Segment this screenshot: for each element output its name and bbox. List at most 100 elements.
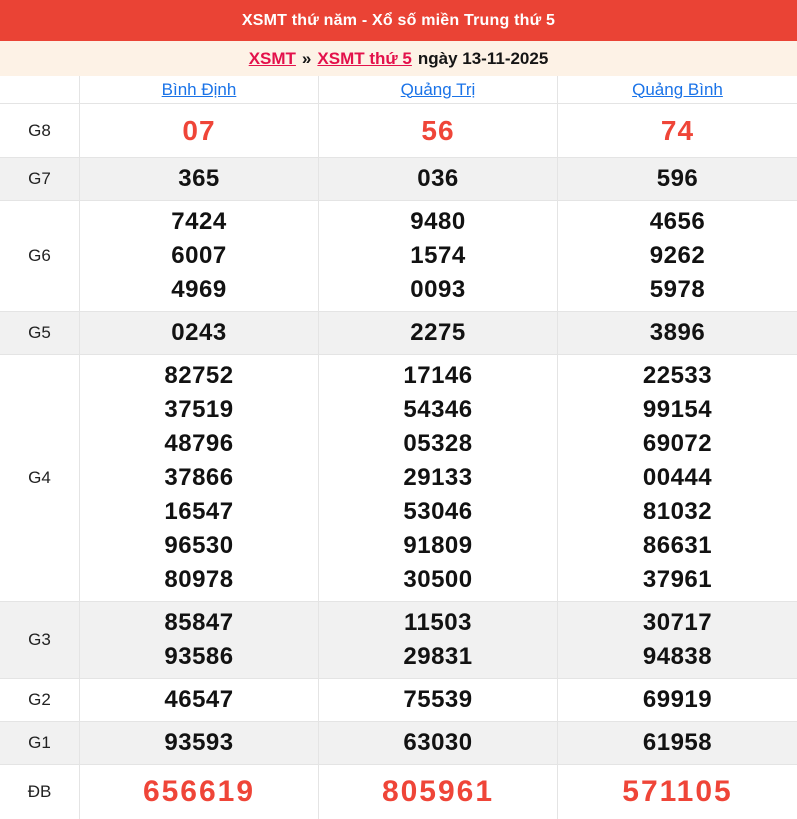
result-number: 61958 bbox=[642, 729, 713, 756]
result-number: 69919 bbox=[642, 686, 713, 713]
result-cell-g4-quang-tri: 17146 54346 05328 29133 53046 91809 30500 bbox=[319, 355, 558, 601]
result-cell-db-binh-dinh: 656619 bbox=[80, 765, 319, 819]
result-number: 30717 bbox=[642, 609, 713, 636]
prize-row-g6: G6 7424 6007 4969 9480 1574 0093 4656 9262 5978 bbox=[0, 201, 797, 312]
prize-label: G6 bbox=[28, 246, 51, 265]
result-number: 805961 bbox=[381, 775, 495, 808]
prize-label: G2 bbox=[28, 690, 51, 709]
result-cell-g2-quang-tri: 75539 bbox=[319, 679, 558, 721]
prize-label-cell-g3: G3 bbox=[0, 602, 80, 678]
breadcrumb-date: ngày 13-11-2025 bbox=[417, 48, 549, 68]
result-number: 3896 bbox=[649, 319, 706, 346]
page-title-bar: XSMT thứ năm - Xổ số miền Trung thứ 5 bbox=[0, 0, 797, 41]
prize-label-cell-g6: G6 bbox=[0, 201, 80, 311]
result-number: 571105 bbox=[622, 775, 733, 808]
column-header-quang-tri: Quảng Trị bbox=[319, 76, 558, 103]
result-number: 75539 bbox=[403, 686, 473, 713]
result-number: 1574 bbox=[410, 242, 466, 269]
result-number: 4969 bbox=[171, 276, 227, 303]
breadcrumb-link-xsmt[interactable]: XSMT bbox=[249, 49, 296, 69]
result-number: 22533 bbox=[642, 362, 713, 389]
result-number: 53046 bbox=[403, 498, 473, 525]
result-number: 81032 bbox=[642, 498, 713, 525]
result-cell-g6-binh-dinh: 7424 6007 4969 bbox=[80, 201, 319, 311]
result-number: 05328 bbox=[403, 430, 473, 457]
column-link-binh-dinh[interactable]: Bình Định bbox=[162, 80, 237, 100]
result-cell-g5-quang-binh: 3896 bbox=[558, 312, 797, 354]
result-number: 82752 bbox=[164, 362, 234, 389]
result-number: 036 bbox=[417, 165, 459, 192]
result-number: 99154 bbox=[642, 396, 713, 423]
prize-row-g1: G1 93593 63030 61958 bbox=[0, 722, 797, 765]
result-number: 00444 bbox=[642, 464, 713, 491]
prize-label-cell-g1: G1 bbox=[0, 722, 80, 764]
result-number: 596 bbox=[656, 165, 699, 192]
result-number: 80978 bbox=[164, 566, 234, 593]
result-number: 29133 bbox=[403, 464, 473, 491]
column-link-quang-tri[interactable]: Quảng Trị bbox=[401, 80, 476, 100]
prize-label-cell-db: ĐB bbox=[0, 765, 80, 819]
prize-label: G7 bbox=[28, 169, 51, 188]
result-cell-g4-quang-binh: 22533 99154 69072 00444 81032 86631 37961 bbox=[558, 355, 797, 601]
prize-row-g8: G8 07 56 74 bbox=[0, 104, 797, 158]
column-link-quang-binh[interactable]: Quảng Bình bbox=[632, 80, 723, 100]
result-number: 4656 bbox=[649, 208, 706, 235]
result-number: 37961 bbox=[642, 566, 713, 593]
result-number: 5978 bbox=[649, 276, 706, 303]
result-number: 48796 bbox=[164, 430, 234, 457]
prize-row-g4: G4 82752 37519 48796 37866 16547 96530 80978 171… bbox=[0, 355, 797, 602]
result-cell-g7-quang-tri: 036 bbox=[319, 158, 558, 200]
result-number: 17146 bbox=[403, 362, 473, 389]
prize-row-g2: G2 46547 75539 69919 bbox=[0, 679, 797, 722]
result-number: 656619 bbox=[142, 775, 256, 808]
result-cell-g7-binh-dinh: 365 bbox=[80, 158, 319, 200]
result-cell-g3-binh-dinh: 85847 93586 bbox=[80, 602, 319, 678]
result-number: 91809 bbox=[403, 532, 473, 559]
result-number: 0093 bbox=[410, 276, 466, 303]
result-cell-g7-quang-binh: 596 bbox=[558, 158, 797, 200]
result-cell-db-quang-tri: 805961 bbox=[319, 765, 558, 819]
prize-label-cell-g7: G7 bbox=[0, 158, 80, 200]
result-cell-g8-quang-binh: 74 bbox=[558, 104, 797, 157]
page-title: XSMT thứ năm - Xổ số miền Trung thứ 5 bbox=[241, 11, 556, 29]
result-cell-g8-binh-dinh: 07 bbox=[80, 104, 319, 157]
result-number: 69072 bbox=[642, 430, 713, 457]
prize-label: G5 bbox=[28, 323, 51, 342]
result-number: 46547 bbox=[164, 686, 234, 713]
result-number: 93593 bbox=[164, 729, 234, 756]
result-number: 29831 bbox=[403, 643, 473, 670]
result-number: 2275 bbox=[410, 319, 466, 346]
breadcrumb-link-xsmt-thu-5[interactable]: XSMT thứ 5 bbox=[317, 49, 411, 69]
result-number: 63030 bbox=[403, 729, 473, 756]
table-corner-cell bbox=[0, 76, 80, 103]
prize-label-cell-g2: G2 bbox=[0, 679, 80, 721]
prize-label: ĐB bbox=[27, 782, 52, 801]
prize-row-db: ĐB 656619 805961 571105 bbox=[0, 765, 797, 819]
result-cell-g1-binh-dinh: 93593 bbox=[80, 722, 319, 764]
result-cell-g6-quang-tri: 9480 1574 0093 bbox=[319, 201, 558, 311]
result-number: 85847 bbox=[164, 609, 234, 636]
result-cell-g2-quang-binh: 69919 bbox=[558, 679, 797, 721]
result-number: 74 bbox=[660, 115, 695, 146]
result-number: 30500 bbox=[403, 566, 473, 593]
result-number: 94838 bbox=[642, 643, 713, 670]
result-cell-g4-binh-dinh: 82752 37519 48796 37866 16547 96530 80978 bbox=[80, 355, 319, 601]
breadcrumb-separator: » bbox=[301, 48, 312, 68]
result-number: 6007 bbox=[171, 242, 227, 269]
result-number: 9262 bbox=[649, 242, 706, 269]
result-number: 07 bbox=[182, 115, 216, 146]
result-number: 86631 bbox=[642, 532, 713, 559]
result-number: 93586 bbox=[164, 643, 234, 670]
result-cell-g1-quang-tri: 63030 bbox=[319, 722, 558, 764]
result-number: 96530 bbox=[164, 532, 234, 559]
result-number: 16547 bbox=[164, 498, 234, 525]
result-number: 9480 bbox=[410, 208, 466, 235]
prize-label: G3 bbox=[28, 630, 51, 649]
prize-label: G8 bbox=[28, 120, 51, 140]
prize-label-cell-g4: G4 bbox=[0, 355, 80, 601]
result-number: 365 bbox=[178, 165, 220, 192]
result-cell-g3-quang-tri: 11503 29831 bbox=[319, 602, 558, 678]
prize-row-g3: G3 85847 93586 11503 29831 30717 94838 bbox=[0, 602, 797, 679]
result-cell-g5-binh-dinh: 0243 bbox=[80, 312, 319, 354]
result-number: 0243 bbox=[171, 319, 227, 346]
